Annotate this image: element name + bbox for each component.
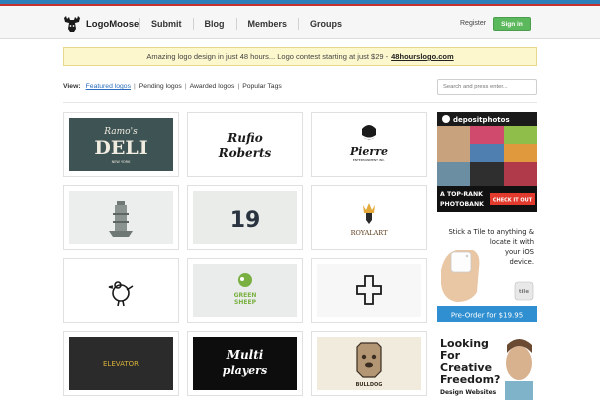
ad-line1: Stick a Tile to anything & <box>448 228 534 236</box>
sheep-icon <box>238 273 252 287</box>
logo-thumbnail: ELEVATOR <box>69 337 173 390</box>
site-logo[interactable]: LogoMoose <box>62 15 139 33</box>
moose-icon <box>64 16 80 32</box>
filter-separator: | <box>237 83 240 90</box>
ad-depositphotos[interactable]: depositphotos A TOP-RANK PHOTOBANK CHECK… <box>437 112 537 212</box>
logo-tile-pierre[interactable]: Pierre ENTERTAINMENT INC. <box>311 112 427 177</box>
logo-text-line2: SHEEP <box>234 299 257 306</box>
logo-text-line1: Rufio <box>226 131 262 145</box>
bulldog-icon <box>356 342 382 378</box>
logo-tile-multiplayers[interactable]: Multi players <box>187 331 303 396</box>
signin-button[interactable]: Sign in <box>493 17 531 31</box>
promo-link[interactable]: 48hourslogo.com <box>391 52 454 61</box>
logo-thumbnail: ROYALART <box>317 191 421 244</box>
ad-line4: device. <box>510 258 535 266</box>
register-link[interactable]: Register <box>460 20 486 27</box>
search-input[interactable] <box>437 79 537 95</box>
promo-banner: Amazing logo design in just 48 hours... … <box>63 47 537 66</box>
promo-text: Amazing logo design in just 48 hours... … <box>146 52 389 61</box>
ad-creative-freedom[interactable]: Looking For Creative Freedom? Design Web… <box>437 331 537 400</box>
logo-text-line1: GREEN <box>234 292 257 299</box>
logo-text-line1: BULLDOG <box>356 382 383 388</box>
brand-name: LogoMoose <box>86 18 140 30</box>
logo-text-line1: Pierre <box>349 145 388 158</box>
filter-popular-tags[interactable]: Popular Tags <box>242 83 282 90</box>
ad-cta: CHECK IT OUT <box>493 198 533 204</box>
logo-tile-nineteen[interactable]: 19 <box>187 185 303 250</box>
logo-thumbnail: Multi players <box>193 337 297 390</box>
logo-text-line1: ELEVATOR <box>103 360 139 368</box>
ad-line2: locate it with <box>490 238 534 246</box>
content-divider <box>63 102 537 103</box>
logo-tile-bird[interactable] <box>63 258 179 323</box>
site-header: LogoMoose Submit Blog Members Groups Reg… <box>0 6 600 39</box>
ad-tile[interactable]: Stick a Tile to anything & locate it wit… <box>437 222 537 322</box>
view-filter: View: Featured logos | Pending logos | A… <box>63 83 282 90</box>
logo-text-line2: players <box>223 364 267 377</box>
filter-awarded-logos[interactable]: Awarded logos <box>190 83 235 90</box>
logo-text-line2: ENTERTAINMENT INC. <box>353 158 385 162</box>
logo-tile-cross-cursor[interactable] <box>311 258 427 323</box>
nav-item-members[interactable]: Members <box>237 19 299 29</box>
filter-pending-logos[interactable]: Pending logos <box>139 83 182 90</box>
view-label: View: <box>63 83 81 90</box>
logo-tile-ramos-deli[interactable]: Ramo's DELI NEW YORK <box>63 112 179 177</box>
logo-text-line3: NEW YORK <box>112 160 132 164</box>
ad-line1: A TOP-RANK <box>440 191 483 198</box>
ad-line4: Freedom? <box>440 373 500 386</box>
ad-brand: tile <box>519 289 529 295</box>
ad-line5: Design Websites <box>440 389 497 396</box>
ad-brand: depositphotos <box>453 116 510 124</box>
depositphotos-logo-icon <box>442 115 450 123</box>
nav-item-groups[interactable]: Groups <box>299 19 353 29</box>
logo-tile-green-sheep[interactable]: GREEN SHEEP <box>187 258 303 323</box>
logo-tile-royalart[interactable]: ROYALART <box>311 185 427 250</box>
logo-text-line2: DELI <box>94 137 147 159</box>
logo-thumbnail <box>69 191 173 244</box>
filter-featured-logos[interactable]: Featured logos <box>86 83 131 90</box>
logo-text-line1: Ramo's <box>103 127 138 137</box>
logo-tile-bulldog[interactable]: BULLDOG <box>311 331 427 396</box>
logo-text-line1: 19 <box>230 208 261 233</box>
logo-thumbnail: BULLDOG <box>317 337 421 390</box>
logo-text-line1: Multi <box>226 348 264 362</box>
logo-thumbnail: Ramo's DELI NEW YORK <box>69 118 173 171</box>
logo-thumbnail <box>69 264 173 317</box>
logo-thumbnail: GREEN SHEEP <box>193 264 297 317</box>
logo-text-line2: Roberts <box>218 146 272 160</box>
logo-thumbnail <box>317 264 421 317</box>
logo-thumbnail: 19 <box>193 191 297 244</box>
main-nav: Submit Blog Members Groups <box>139 18 353 30</box>
filter-separator: | <box>184 83 187 90</box>
logo-text-line1: ROYALART <box>351 229 388 237</box>
nav-item-blog[interactable]: Blog <box>194 19 236 29</box>
ad-cta: Pre-Order for $19.95 <box>451 312 523 320</box>
hand-holding-tile-icon <box>441 250 480 302</box>
person-photo-icon <box>505 339 533 400</box>
logo-tile-ship[interactable] <box>63 185 179 250</box>
nav-item-submit[interactable]: Submit <box>140 19 193 29</box>
logo-tile-elevator[interactable]: ELEVATOR <box>63 331 179 396</box>
ad-line2: PHOTOBANK <box>440 201 484 208</box>
ad-line3: your iOS <box>505 248 534 256</box>
logo-thumbnail: Rufio Roberts <box>193 118 297 171</box>
logo-tile-rufio-roberts[interactable]: Rufio Roberts <box>187 112 303 177</box>
filter-separator: | <box>133 83 136 90</box>
logo-thumbnail: Pierre ENTERTAINMENT INC. <box>317 118 421 171</box>
